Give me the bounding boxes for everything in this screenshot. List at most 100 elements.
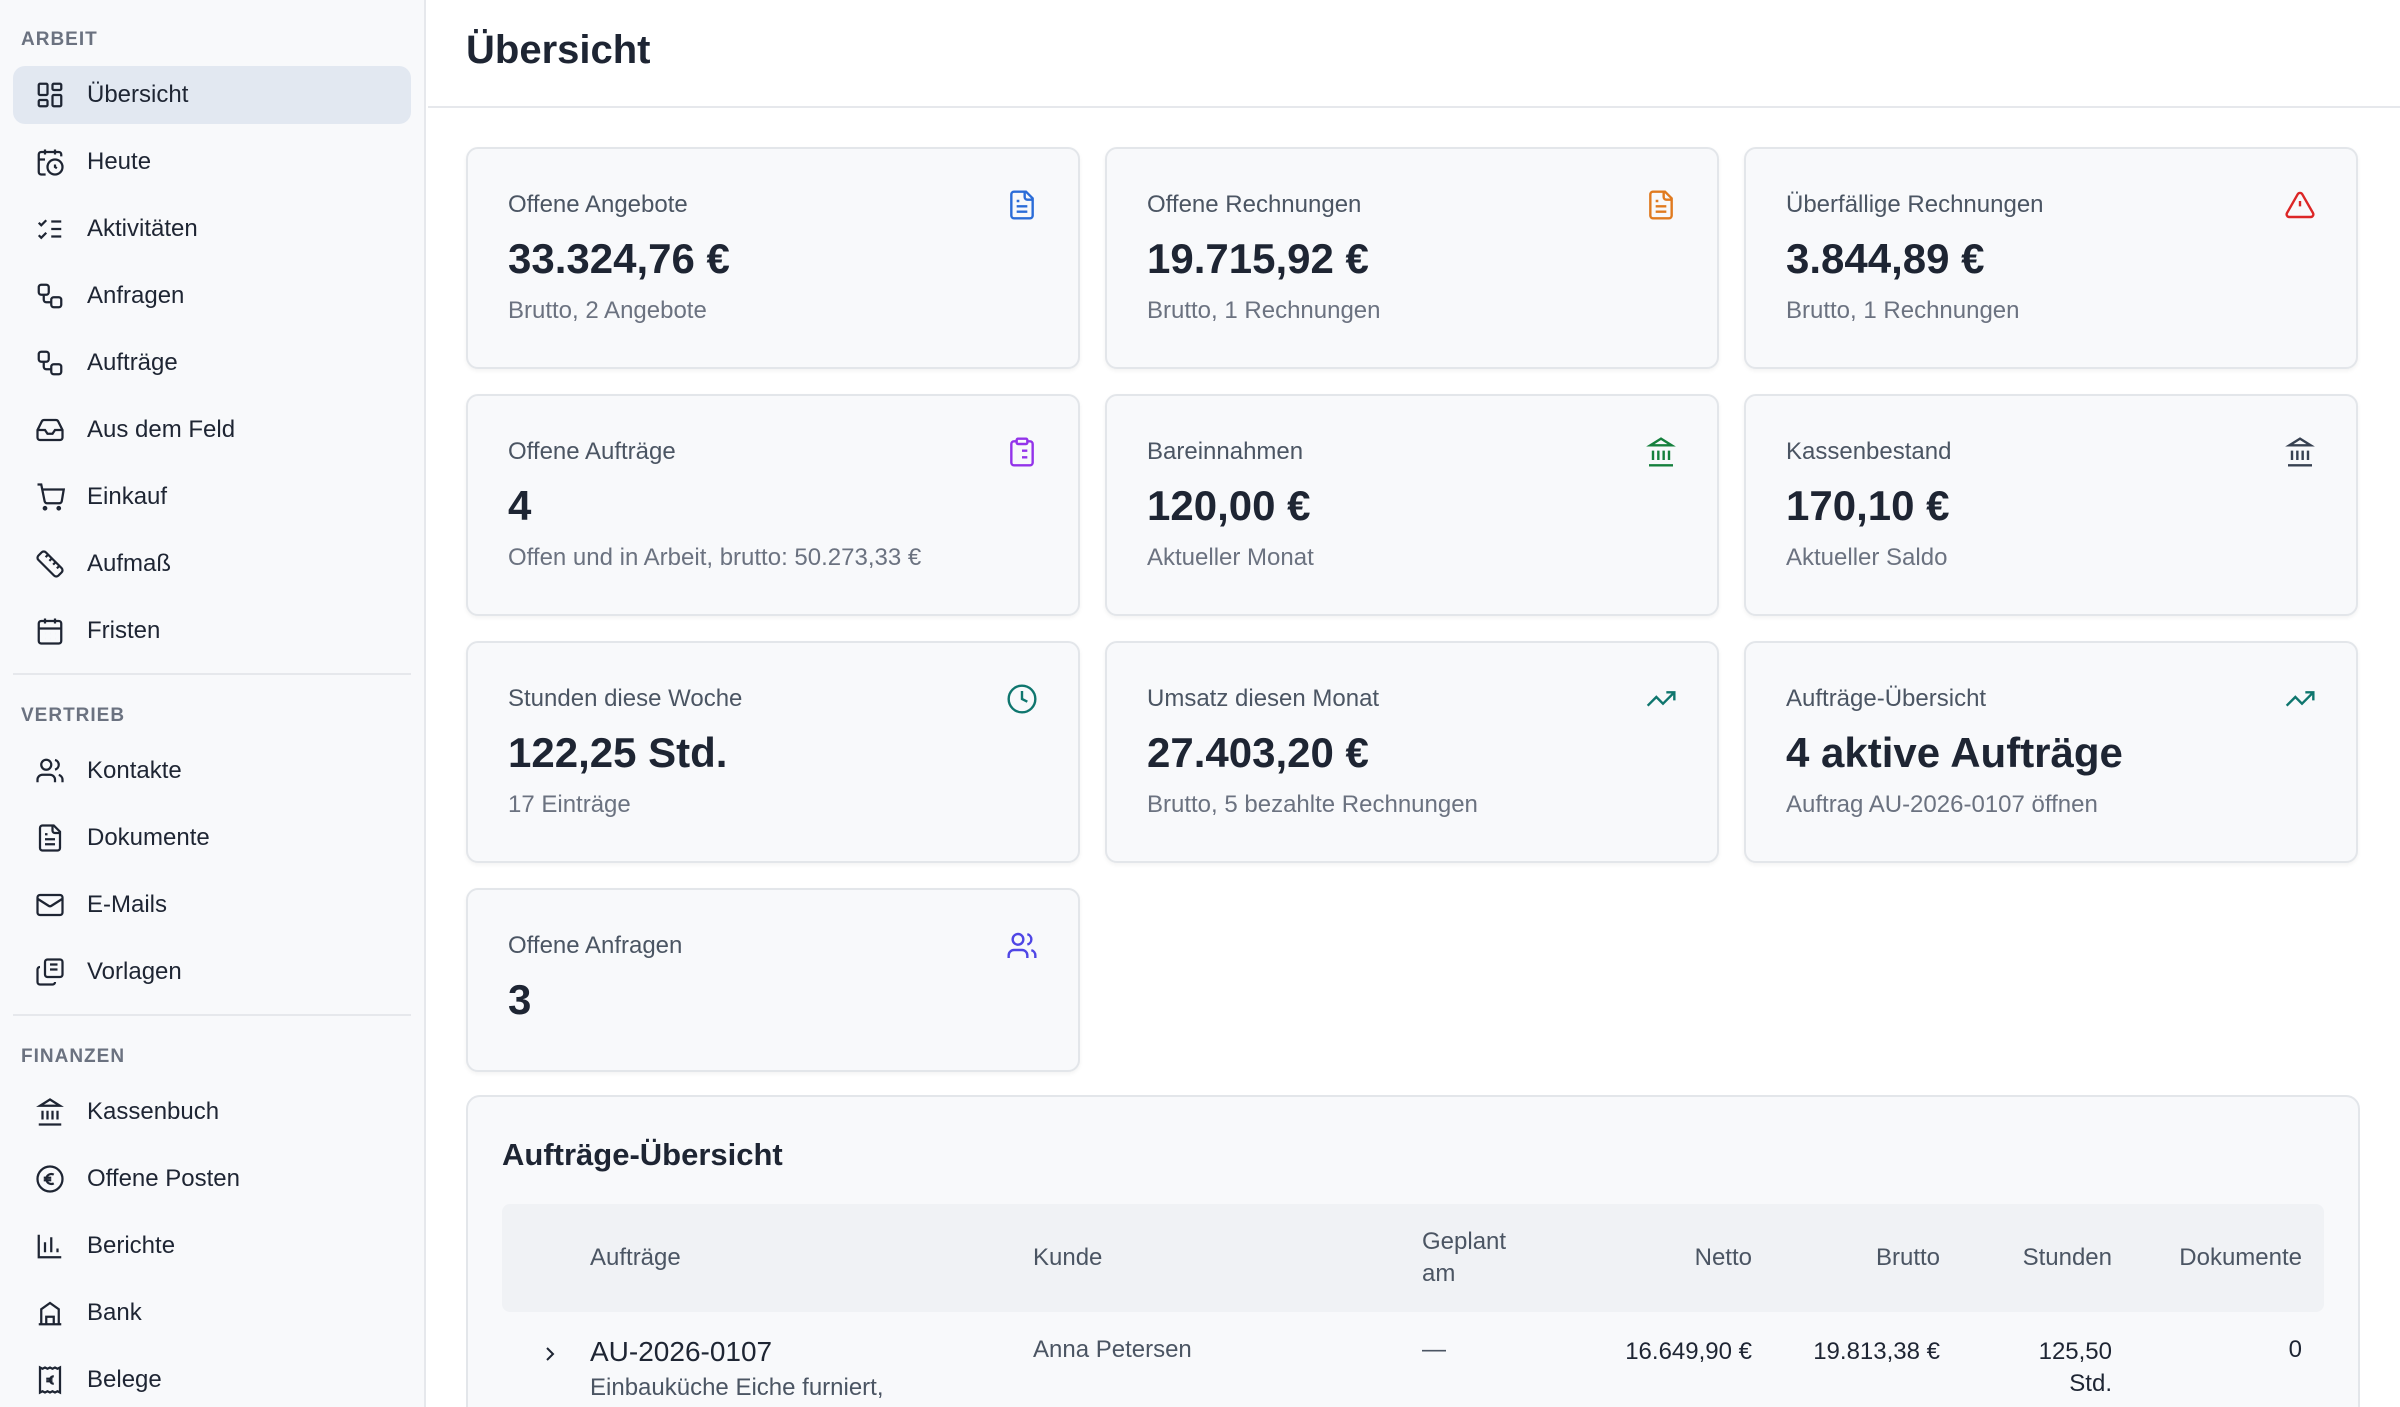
stat-card-auftraege-uebersicht[interactable]: Aufträge-Übersicht 4 aktive Aufträge Auf…: [1744, 641, 2358, 863]
sidebar-item-vorlagen[interactable]: Vorlagen: [13, 943, 411, 1001]
sidebar-item-label: Aktivitäten: [87, 215, 198, 242]
sidebar-item-label: E-Mails: [87, 891, 168, 918]
column-header-brutto[interactable]: Brutto: [1780, 1244, 1940, 1272]
sidebar-item-auftraege[interactable]: Aufträge: [13, 334, 411, 392]
order-net: 16.649,90 €: [1625, 1338, 1752, 1365]
mail-icon: [35, 890, 65, 920]
sidebar-item-fristen[interactable]: Fristen: [13, 602, 411, 660]
sidebar-item-label: Bank: [87, 1299, 142, 1326]
card-subtitle: Offen und in Arbeit, brutto: 50.273,33 €: [508, 544, 922, 571]
order-documents: 0: [2288, 1336, 2302, 1363]
card-title: Offene Anfragen: [508, 932, 683, 959]
stat-card-offene-rechnungen[interactable]: Offene Rechnungen 19.715,92 € Brutto, 1 …: [1105, 147, 1719, 369]
card-value: 122,25 Std.: [508, 729, 728, 776]
stat-card-offene-anfragen[interactable]: Offene Anfragen 3: [466, 888, 1080, 1072]
stat-card-kassenbestand[interactable]: Kassenbestand 170,10 € Aktueller Saldo: [1744, 394, 2358, 616]
chevron-right-icon[interactable]: [538, 1342, 562, 1366]
bank-icon: [2284, 436, 2316, 468]
card-title: Stunden diese Woche: [508, 685, 743, 712]
card-subtitle: Brutto, 1 Rechnungen: [1786, 297, 2020, 324]
list-checks-icon: [35, 214, 65, 244]
column-header-netto[interactable]: Netto: [1592, 1244, 1752, 1272]
card-value: 3.844,89 €: [1786, 235, 1985, 282]
calendar-clock-icon: [35, 147, 65, 177]
card-value: 33.324,76 €: [508, 235, 730, 282]
card-title: Umsatz diesen Monat: [1147, 685, 1380, 712]
sidebar-item-anfragen[interactable]: Anfragen: [13, 267, 411, 325]
card-title: Offene Rechnungen: [1147, 191, 1362, 218]
sidebar-item-label: Fristen: [87, 617, 161, 644]
stat-card-stunden-diese-woche[interactable]: Stunden diese Woche 122,25 Std. 17 Eintr…: [466, 641, 1080, 863]
sidebar-item-aufmass[interactable]: Aufmaß: [13, 535, 411, 593]
sidebar-item-label: Aufträge: [87, 349, 178, 376]
table-row[interactable]: AU-2026-0107 Einbauküche Eiche furniert,…: [502, 1312, 2324, 1407]
sidebar-item-dokumente[interactable]: Dokumente: [13, 809, 411, 867]
sidebar-item-label: Einkauf: [87, 483, 168, 510]
sidebar-item-belege[interactable]: Belege: [13, 1351, 411, 1407]
sidebar-item-uebersicht[interactable]: Übersicht: [13, 66, 411, 124]
sidebar-item-label: Kassenbuch: [87, 1098, 220, 1125]
users-icon: [1006, 930, 1038, 962]
euro-receipt-icon: [35, 1365, 65, 1395]
card-title: Überfällige Rechnungen: [1786, 191, 2044, 218]
sidebar-item-label: Heute: [87, 148, 152, 175]
document-icon: [1645, 189, 1677, 221]
sidebar-item-label: Vorlagen: [87, 958, 182, 985]
sidebar-heading-arbeit: ARBEIT: [21, 29, 98, 50]
workflow-icon: [35, 281, 65, 311]
clipboard-icon: [1006, 436, 1038, 468]
trending-up-icon: [2284, 683, 2316, 715]
order-id[interactable]: AU-2026-0107: [590, 1336, 772, 1368]
card-subtitle: Brutto, 5 bezahlte Rechnungen: [1147, 791, 1478, 818]
sidebar-item-offene-posten[interactable]: Offene Posten: [13, 1150, 411, 1208]
bar-chart-icon: [35, 1231, 65, 1261]
bank-icon: [1645, 436, 1677, 468]
order-description: Einbauküche Eiche furniert,: [590, 1374, 884, 1401]
panel-title: Aufträge-Übersicht: [502, 1137, 783, 1172]
column-header-kunde[interactable]: Kunde: [1033, 1244, 1102, 1272]
card-subtitle: Aktueller Monat: [1147, 544, 1314, 571]
card-value: 170,10 €: [1786, 482, 1950, 529]
column-header-stunden[interactable]: Stunden: [1952, 1244, 2112, 1272]
sidebar-item-aktivitaeten[interactable]: Aktivitäten: [13, 200, 411, 258]
stat-card-ueberfaellige-rechnungen[interactable]: Überfällige Rechnungen 3.844,89 € Brutto…: [1744, 147, 2358, 369]
order-customer: Anna Petersen: [1033, 1336, 1192, 1363]
card-subtitle: Auftrag AU-2026-0107 öffnen: [1786, 791, 2098, 818]
stat-card-offene-auftraege[interactable]: Offene Aufträge 4 Offen und in Arbeit, b…: [466, 394, 1080, 616]
card-value: 3: [508, 976, 532, 1023]
card-value: 19.715,92 €: [1147, 235, 1369, 282]
clock-icon: [1006, 683, 1038, 715]
bank-icon: [35, 1097, 65, 1127]
card-title: Bareinnahmen: [1147, 438, 1304, 465]
sidebar-item-e-mails[interactable]: E-Mails: [13, 876, 411, 934]
sidebar-item-label: Anfragen: [87, 282, 185, 309]
sidebar-item-kontakte[interactable]: Kontakte: [13, 742, 411, 800]
stat-card-offene-angebote[interactable]: Offene Angebote 33.324,76 € Brutto, 2 An…: [466, 147, 1080, 369]
column-header-auftraege[interactable]: Aufträge: [590, 1244, 681, 1272]
column-header-geplant-am[interactable]: Geplant am: [1422, 1226, 1522, 1290]
sidebar-item-bank[interactable]: Bank: [13, 1284, 411, 1342]
sidebar-heading-finanzen: FINANZEN: [21, 1046, 126, 1067]
order-hours: 125,50 Std.: [2038, 1338, 2112, 1397]
card-subtitle: Brutto, 1 Rechnungen: [1147, 297, 1381, 324]
column-header-dokumente[interactable]: Dokumente: [2122, 1244, 2302, 1272]
sidebar-item-label: Aus dem Feld: [87, 416, 236, 443]
sidebar-item-label: Belege: [87, 1366, 162, 1393]
order-planned: —: [1422, 1336, 1446, 1363]
ruler-icon: [35, 549, 65, 579]
order-gross: 19.813,38 €: [1813, 1338, 1940, 1365]
euro-circle-icon: [35, 1164, 65, 1194]
stat-card-umsatz-diesen-monat[interactable]: Umsatz diesen Monat 27.403,20 € Brutto, …: [1105, 641, 1719, 863]
stat-card-bareinnahmen[interactable]: Bareinnahmen 120,00 € Aktueller Monat: [1105, 394, 1719, 616]
trending-up-icon: [1645, 683, 1677, 715]
inbox-icon: [35, 415, 65, 445]
sidebar-item-kassenbuch[interactable]: Kassenbuch: [13, 1083, 411, 1141]
document-icon: [35, 823, 65, 853]
sidebar-item-aus-dem-feld[interactable]: Aus dem Feld: [13, 401, 411, 459]
page-header: Übersicht: [428, 0, 2400, 108]
sidebar-item-einkauf[interactable]: Einkauf: [13, 468, 411, 526]
alert-triangle-icon: [2284, 189, 2316, 221]
sidebar-item-berichte[interactable]: Berichte: [13, 1217, 411, 1275]
sidebar-item-label: Übersicht: [87, 81, 189, 108]
sidebar-item-heute[interactable]: Heute: [13, 133, 411, 191]
